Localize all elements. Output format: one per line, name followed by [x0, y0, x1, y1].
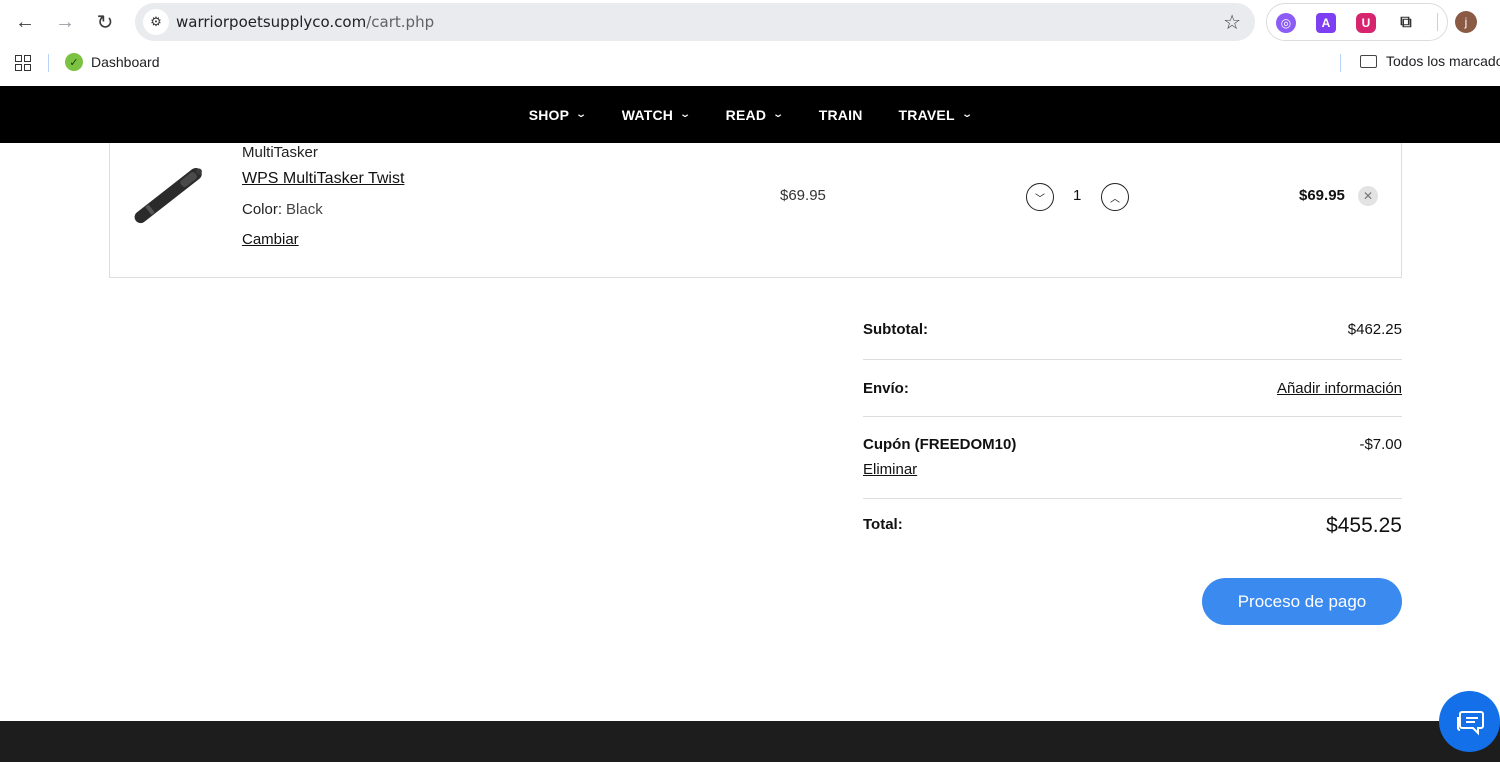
- shipping-label: Envío:: [863, 380, 909, 397]
- nav-item-watch[interactable]: WATCH ⌄: [621, 106, 692, 123]
- nav-item-train[interactable]: TRAIN: [819, 107, 863, 123]
- nav-label: READ: [725, 106, 767, 123]
- line-total: $69.95: [1299, 187, 1345, 204]
- nav-item-read[interactable]: READ ⌄: [725, 106, 785, 123]
- chevron-down-icon: ﹀: [1035, 193, 1045, 205]
- remove-coupon-link[interactable]: Eliminar: [863, 461, 1402, 478]
- chat-bubble-icon: [1456, 710, 1484, 735]
- back-arrow-icon[interactable]: ←: [11, 8, 39, 36]
- close-icon: ✕: [1362, 189, 1374, 203]
- url-path: /cart.php: [366, 13, 435, 31]
- bookmarks-bar: ✓ Dashboard Todos los marcadores: [0, 44, 1500, 84]
- coupon-row: Cupón (FREEDOM10) -$7.00 Eliminar: [863, 417, 1402, 499]
- checkout-button[interactable]: Proceso de pago: [1202, 578, 1402, 625]
- change-variant-link[interactable]: Cambiar: [242, 231, 299, 248]
- url-text[interactable]: warriorpoetsupplyco.com/cart.php: [176, 13, 434, 31]
- profile-avatar[interactable]: j: [1455, 11, 1477, 33]
- extension-swirl-icon[interactable]: ◎: [1276, 13, 1296, 33]
- site-footer: [0, 721, 1500, 762]
- unit-price: $69.95: [780, 187, 826, 204]
- nav-label: SHOP: [528, 106, 570, 123]
- order-summary: Subtotal: $462.25 Envío: Añadir informac…: [863, 300, 1402, 559]
- shipping-row: Envío: Añadir información: [863, 360, 1402, 417]
- reload-icon[interactable]: ↻: [91, 8, 119, 36]
- subtotal-value: $462.25: [1347, 321, 1402, 338]
- chevron-down-icon: ⌄: [960, 109, 974, 120]
- subtotal-row: Subtotal: $462.25: [863, 300, 1402, 360]
- chevron-down-icon: ⌄: [679, 109, 692, 120]
- bookmark-label: Dashboard: [91, 54, 160, 70]
- total-value: $455.25: [1326, 514, 1402, 537]
- add-shipping-info-link[interactable]: Añadir información: [1277, 380, 1402, 397]
- total-row: Total: $455.25: [863, 499, 1402, 559]
- extensions-area: ◎ A U ⧉: [1266, 3, 1448, 41]
- chat-widget-button[interactable]: [1439, 691, 1500, 752]
- forward-arrow-icon[interactable]: →: [51, 8, 79, 36]
- variant-value: Black: [286, 201, 323, 218]
- subtotal-label: Subtotal:: [863, 321, 928, 338]
- apps-grid-icon[interactable]: [15, 55, 31, 71]
- nav-item-shop[interactable]: SHOP ⌄: [528, 106, 588, 123]
- bookmark-star-icon[interactable]: ☆: [1223, 10, 1241, 35]
- product-brand: MultiTasker: [242, 144, 318, 161]
- extension-a-icon[interactable]: A: [1316, 13, 1336, 33]
- url-host: warriorpoetsupplyco.com: [176, 13, 367, 31]
- bookmark-divider: [1340, 54, 1341, 72]
- toolbar-divider: [1437, 13, 1438, 31]
- address-bar[interactable]: ⚙ warriorpoetsupplyco.com/cart.php ☆: [135, 3, 1255, 41]
- bookmark-dashboard[interactable]: ✓ Dashboard: [65, 53, 160, 71]
- cart-line-item: MultiTasker WPS MultiTasker Twist Color:…: [109, 143, 1402, 278]
- extensions-puzzle-icon[interactable]: ⧉: [1396, 13, 1416, 33]
- bookmark-all-folder[interactable]: Todos los marcadores: [1360, 53, 1500, 69]
- remove-item-button[interactable]: ✕: [1358, 186, 1378, 206]
- dashboard-favicon-icon: ✓: [65, 53, 83, 71]
- nav-item-travel[interactable]: TRAVEL ⌄: [898, 106, 974, 123]
- quantity-value[interactable]: 1: [1073, 187, 1081, 204]
- site-info-icon[interactable]: ⚙: [143, 9, 169, 35]
- product-image[interactable]: [128, 157, 202, 239]
- total-label: Total:: [863, 516, 903, 533]
- quantity-decrease-button[interactable]: ﹀: [1026, 183, 1054, 211]
- extension-shield-icon[interactable]: U: [1356, 13, 1376, 33]
- chevron-up-icon: ︿: [1110, 193, 1120, 205]
- product-name-link[interactable]: WPS MultiTasker Twist: [242, 170, 404, 188]
- nav-label: TRAIN: [818, 106, 863, 123]
- nav-label: WATCH: [621, 106, 674, 123]
- nav-label: TRAVEL: [898, 106, 955, 123]
- browser-toolbar: ← → ↻ ⚙ warriorpoetsupplyco.com/cart.php…: [0, 0, 1500, 44]
- coupon-value: -$7.00: [1359, 436, 1402, 453]
- variant-label: Color:: [242, 201, 283, 218]
- quantity-increase-button[interactable]: ︿: [1101, 183, 1129, 211]
- product-variant: Color: Black: [242, 201, 323, 218]
- site-nav: SHOP ⌄ WATCH ⌄ READ ⌄ TRAIN TRAVEL ⌄: [0, 86, 1500, 143]
- bookmark-divider: [48, 54, 49, 72]
- bookmark-label: Todos los marcadores: [1386, 53, 1500, 69]
- folder-icon: [1360, 54, 1377, 68]
- chevron-down-icon: ⌄: [575, 109, 588, 120]
- chevron-down-icon: ⌄: [772, 109, 785, 120]
- coupon-label: Cupón (FREEDOM10): [863, 436, 1017, 453]
